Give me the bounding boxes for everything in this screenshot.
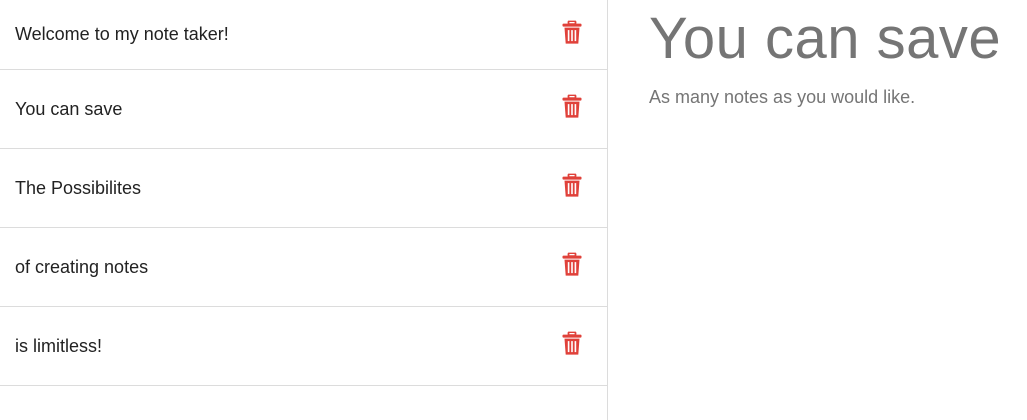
note-text-field[interactable]: As many notes as you would like.: [649, 87, 1027, 108]
delete-note-button[interactable]: [561, 331, 583, 356]
delete-note-button[interactable]: [561, 94, 583, 119]
note-title: The Possibilites: [15, 177, 142, 198]
list-item[interactable]: The Possibilites: [0, 149, 607, 228]
note-app: Welcome to my note taker! You can save T…: [0, 0, 1027, 420]
delete-note-button[interactable]: [561, 173, 583, 198]
note-title-field[interactable]: You can save: [649, 6, 1027, 73]
delete-note-button[interactable]: [561, 20, 583, 44]
list-item[interactable]: Welcome to my note taker!: [0, 0, 607, 70]
trash-icon: [562, 252, 582, 276]
trash-icon: [562, 173, 582, 197]
list-item[interactable]: is limitless!: [0, 307, 607, 386]
note-title: Welcome to my note taker!: [15, 24, 229, 44]
trash-icon: [562, 331, 582, 355]
trash-icon: [562, 20, 582, 44]
trash-icon: [562, 94, 582, 118]
note-list: Welcome to my note taker! You can save T…: [0, 0, 608, 420]
note-detail-panel: You can save As many notes as you would …: [608, 0, 1027, 420]
list-item[interactable]: You can save: [0, 70, 607, 149]
note-title: is limitless!: [15, 335, 103, 356]
note-title: You can save: [15, 98, 123, 119]
delete-note-button[interactable]: [561, 252, 583, 277]
list-item[interactable]: of creating notes: [0, 228, 607, 307]
note-title: of creating notes: [15, 256, 149, 277]
